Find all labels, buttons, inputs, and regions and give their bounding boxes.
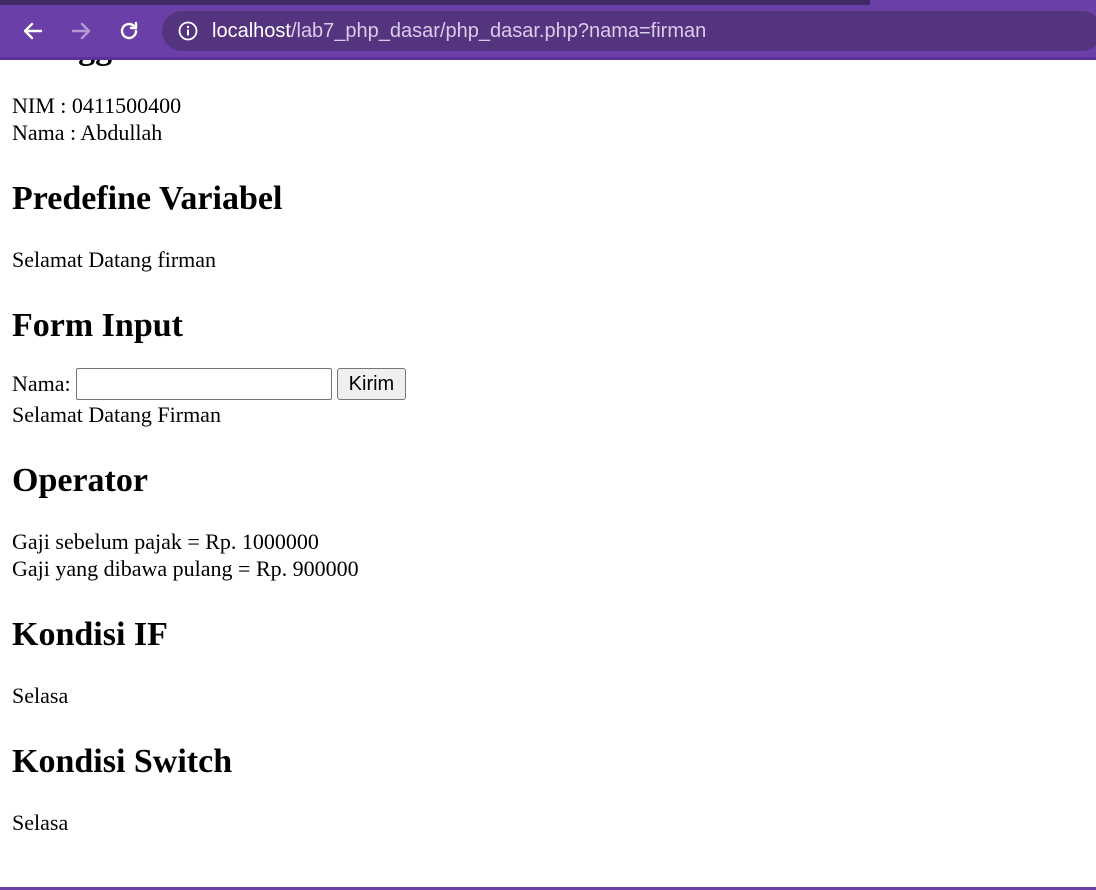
nim-text: NIM : 0411500400 [12,93,182,118]
kondisi-switch-text: Selasa [12,810,69,835]
nama-input[interactable] [75,368,332,400]
gaji-pulang-text: Gaji yang dibawa pulang = Rp. 900000 [12,556,359,581]
info-icon[interactable] [178,20,200,42]
nama-text: Nama : Abdullah [12,120,163,145]
form-row: Nama: Kirim [12,367,1072,401]
heading-variabel: Menggunakan Variabel [12,60,1072,68]
forward-arrow-icon [71,22,91,40]
url-text: localhost/lab7_php_dasar/php_dasar.php?n… [212,20,706,43]
nama-label: Nama: [12,371,71,396]
heading-predefine: Predefine Variabel [12,180,283,217]
address-bar[interactable]: localhost/lab7_php_dasar/php_dasar.php?n… [162,11,1096,51]
gaji-sebelum-text: Gaji sebelum pajak = Rp. 1000000 [12,529,319,554]
heading-kondisi-switch: Kondisi Switch [12,743,233,780]
browser-toolbar: localhost/lab7_php_dasar/php_dasar.php?n… [0,0,1096,60]
tab-strip [0,0,870,5]
forward-button[interactable] [64,14,98,48]
heading-kondisi-if: Kondisi IF [12,616,168,653]
kirim-button[interactable]: Kirim [336,368,407,400]
url-host: localhost [212,19,291,42]
form-result-text: Selamat Datang Firman [12,402,221,427]
reload-button[interactable] [112,14,146,48]
url-path: /lab7_php_dasar/php_dasar.php?nama=firma… [290,19,707,42]
back-button[interactable] [16,14,50,48]
back-arrow-icon [23,22,43,40]
page-content: Menggunakan Variabel NIM : 0411500400 Na… [12,60,1072,836]
heading-form-input: Form Input [12,307,183,344]
heading-operator: Operator [12,462,148,499]
reload-icon [120,21,138,40]
kondisi-if-text: Selasa [12,683,69,708]
page-viewport: Menggunakan Variabel NIM : 0411500400 Na… [0,60,1096,887]
predefine-text: Selamat Datang firman [12,247,217,272]
